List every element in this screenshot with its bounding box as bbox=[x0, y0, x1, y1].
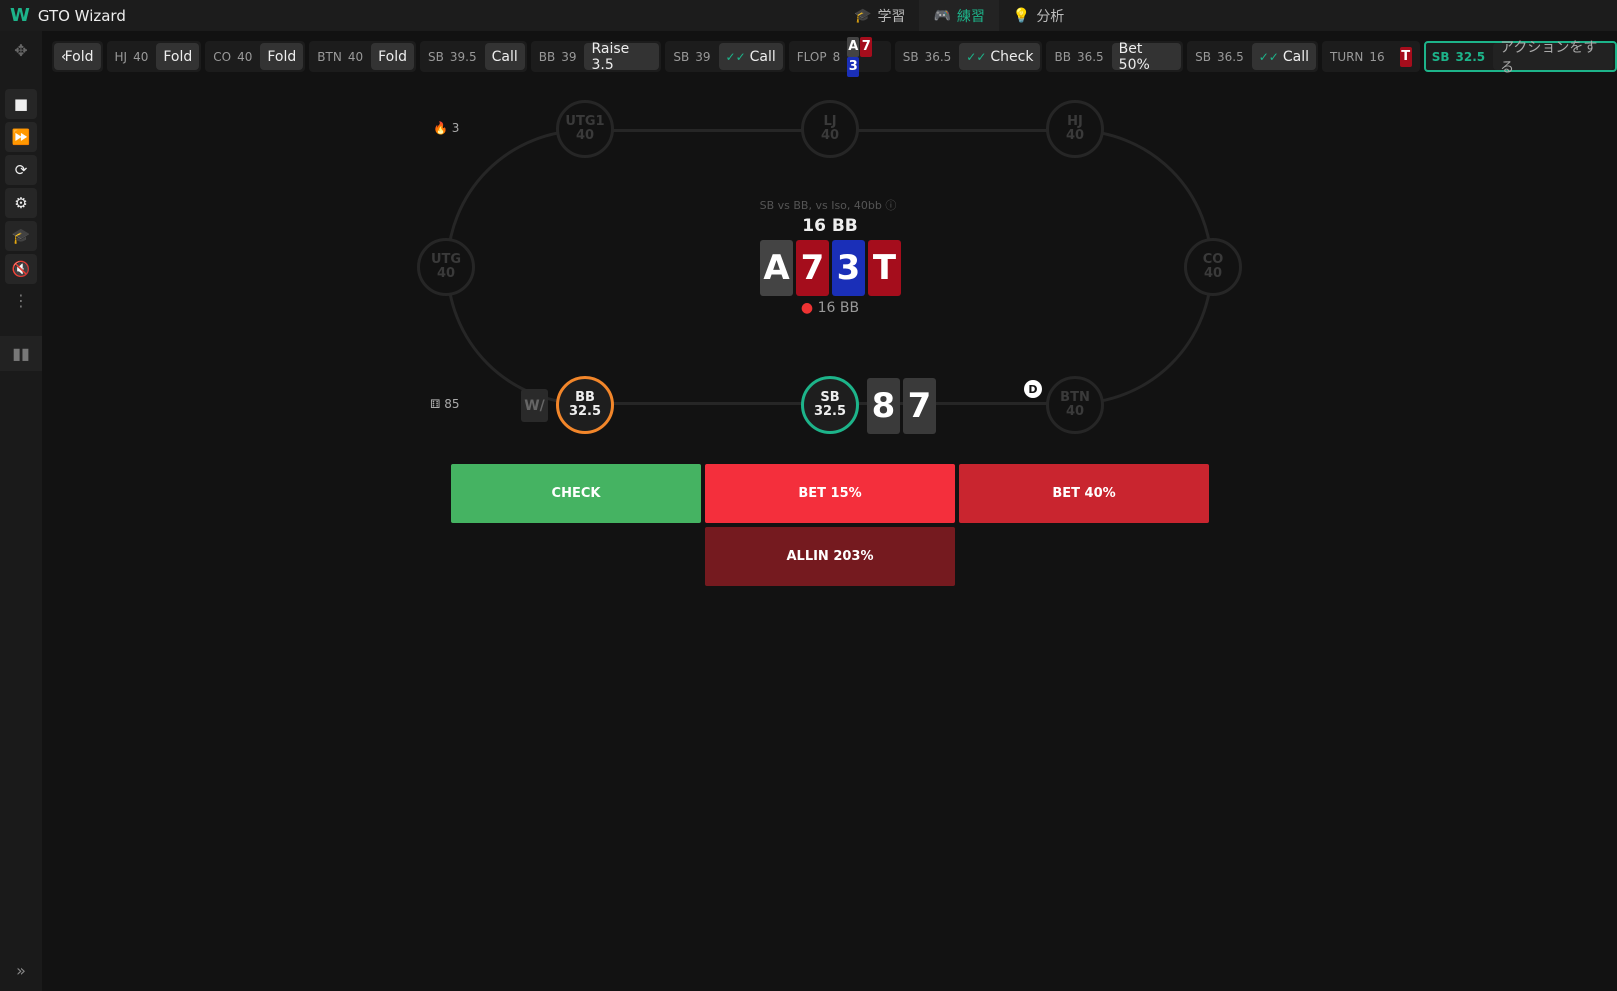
board-card: A bbox=[760, 240, 793, 296]
back-button[interactable]: ‹ Fold bbox=[54, 43, 101, 70]
action-item[interactable]: SB 39 ✓✓ Call bbox=[665, 41, 785, 72]
pot-chips: ● 16 BB bbox=[800, 300, 860, 316]
spot-title: SB vs BB, vs Iso, 40bb ⓘ bbox=[759, 199, 897, 212]
study-button[interactable]: 🎓 bbox=[5, 221, 37, 251]
hero-card: 7 bbox=[903, 378, 936, 434]
double-check-icon: ✓✓ bbox=[1258, 49, 1279, 64]
stats-button[interactable]: ▮▮ bbox=[0, 336, 42, 371]
action-item[interactable]: SB 36.5 ✓✓ Call bbox=[1187, 41, 1318, 72]
streak: 🔥 3 bbox=[433, 121, 460, 135]
gamepad-icon: 🎮 bbox=[933, 7, 951, 24]
poker-table bbox=[446, 129, 1213, 405]
mute-button[interactable]: 🔇 bbox=[5, 254, 37, 284]
double-check-icon: ✓✓ bbox=[725, 49, 746, 64]
hero-card: 8 bbox=[867, 378, 900, 434]
hand-count: ⚅ 85 bbox=[430, 397, 460, 411]
action-item[interactable]: ‹ Fold bbox=[52, 41, 103, 72]
dealer-button: D bbox=[1024, 380, 1042, 398]
more-vertical-icon[interactable]: ⋮ bbox=[0, 291, 42, 310]
nav-study[interactable]: 🎓 学習 bbox=[840, 0, 919, 31]
logo[interactable]: W GTO Wizard bbox=[10, 5, 126, 26]
action-item[interactable]: BB 39 Raise 3.5 bbox=[530, 41, 662, 73]
action-item[interactable]: BTN 40 Fold bbox=[309, 41, 417, 72]
stop-icon: ■ bbox=[13, 95, 29, 113]
seat-bb: BB 32.5 bbox=[556, 376, 614, 434]
board-card: 3 bbox=[832, 240, 865, 296]
double-check-icon: ✓✓ bbox=[966, 49, 987, 64]
bet-15-button[interactable]: BET 15% bbox=[705, 464, 955, 523]
action-item[interactable]: HJ 40 Fold bbox=[106, 41, 202, 72]
gear-icon: ⚙ bbox=[14, 194, 28, 212]
action-item[interactable]: CO 40 Fold bbox=[205, 41, 306, 72]
flop-item[interactable]: FLOP 8 A 73 bbox=[788, 36, 891, 77]
graduation-cap-icon: 🎓 bbox=[854, 7, 872, 24]
fire-icon: 🔥 bbox=[433, 121, 448, 135]
action-history: ‹ Fold HJ 40 Fold CO 40 Fold BTN 40 Fold SB 39.5… bbox=[52, 36, 1617, 77]
seat-utg1: UTG1 40 bbox=[556, 100, 614, 158]
nav-practice[interactable]: 🎮 練習 bbox=[919, 0, 999, 31]
main-nav: 🎓 学習 🎮 練習 💡 分析 bbox=[840, 0, 1078, 31]
fast-forward-button[interactable]: ⏩ bbox=[5, 122, 37, 152]
mini-card: T bbox=[1399, 46, 1412, 67]
seat-sb-hero: SB 32.5 bbox=[801, 376, 859, 434]
allin-button[interactable]: ALLIN 203% bbox=[705, 527, 955, 586]
bar-chart-icon: ▮▮ bbox=[12, 344, 30, 363]
action-item[interactable]: BB 36.5 Bet 50% bbox=[1046, 41, 1184, 73]
bet-40-button[interactable]: BET 40% bbox=[959, 464, 1209, 523]
dice-icon: ⚅ bbox=[430, 397, 441, 411]
seat-co: CO 40 bbox=[1184, 238, 1242, 296]
seat-hj: HJ 40 bbox=[1046, 100, 1104, 158]
action-item[interactable]: SB 36.5 ✓✓ Check bbox=[894, 41, 1043, 72]
mini-card: A bbox=[847, 36, 860, 57]
mini-card: 7 bbox=[860, 36, 873, 57]
seat-lj: LJ 40 bbox=[801, 100, 859, 158]
sidebar: ✥ ■ ⏩ ⟳ ⚙ 🎓 🔇 ⋮ ▮▮ » bbox=[0, 31, 42, 991]
info-icon[interactable]: ⓘ bbox=[885, 199, 896, 212]
nav-analyze[interactable]: 💡 分析 bbox=[999, 0, 1078, 31]
pot-size: 16 BB bbox=[802, 216, 858, 236]
settings-button[interactable]: ⚙ bbox=[5, 188, 37, 218]
mini-card: 3 bbox=[847, 56, 860, 77]
chips-icon: ● bbox=[800, 300, 814, 316]
stop-button[interactable]: ■ bbox=[5, 89, 37, 119]
check-button[interactable]: CHECK bbox=[451, 464, 701, 523]
top-bar: W GTO Wizard 🎓 学習 🎮 練習 💡 分析 bbox=[0, 0, 1617, 31]
expand-icon[interactable]: » bbox=[0, 961, 42, 980]
wizard-logo-icon: W bbox=[10, 5, 30, 26]
seat-btn: BTN 40 bbox=[1046, 376, 1104, 434]
fast-forward-icon: ⏩ bbox=[11, 128, 31, 146]
mute-icon: 🔇 bbox=[11, 260, 31, 278]
lightbulb-icon: 💡 bbox=[1012, 7, 1031, 24]
board-card: 7 bbox=[796, 240, 829, 296]
current-action[interactable]: SB 32.5 アクションをする bbox=[1423, 40, 1617, 76]
seat-utg: UTG 40 bbox=[417, 238, 475, 296]
action-item[interactable]: SB 39.5 Call bbox=[420, 41, 527, 72]
board-card: T bbox=[868, 240, 901, 296]
turn-item[interactable]: TURN 16 T bbox=[1321, 41, 1420, 72]
graduation-cap-icon: 🎓 bbox=[11, 227, 31, 245]
refresh-button[interactable]: ⟳ bbox=[5, 155, 37, 185]
move-icon[interactable]: ✥ bbox=[0, 41, 42, 60]
refresh-icon: ⟳ bbox=[14, 161, 28, 179]
villain-cards-back: W/ bbox=[521, 389, 548, 422]
